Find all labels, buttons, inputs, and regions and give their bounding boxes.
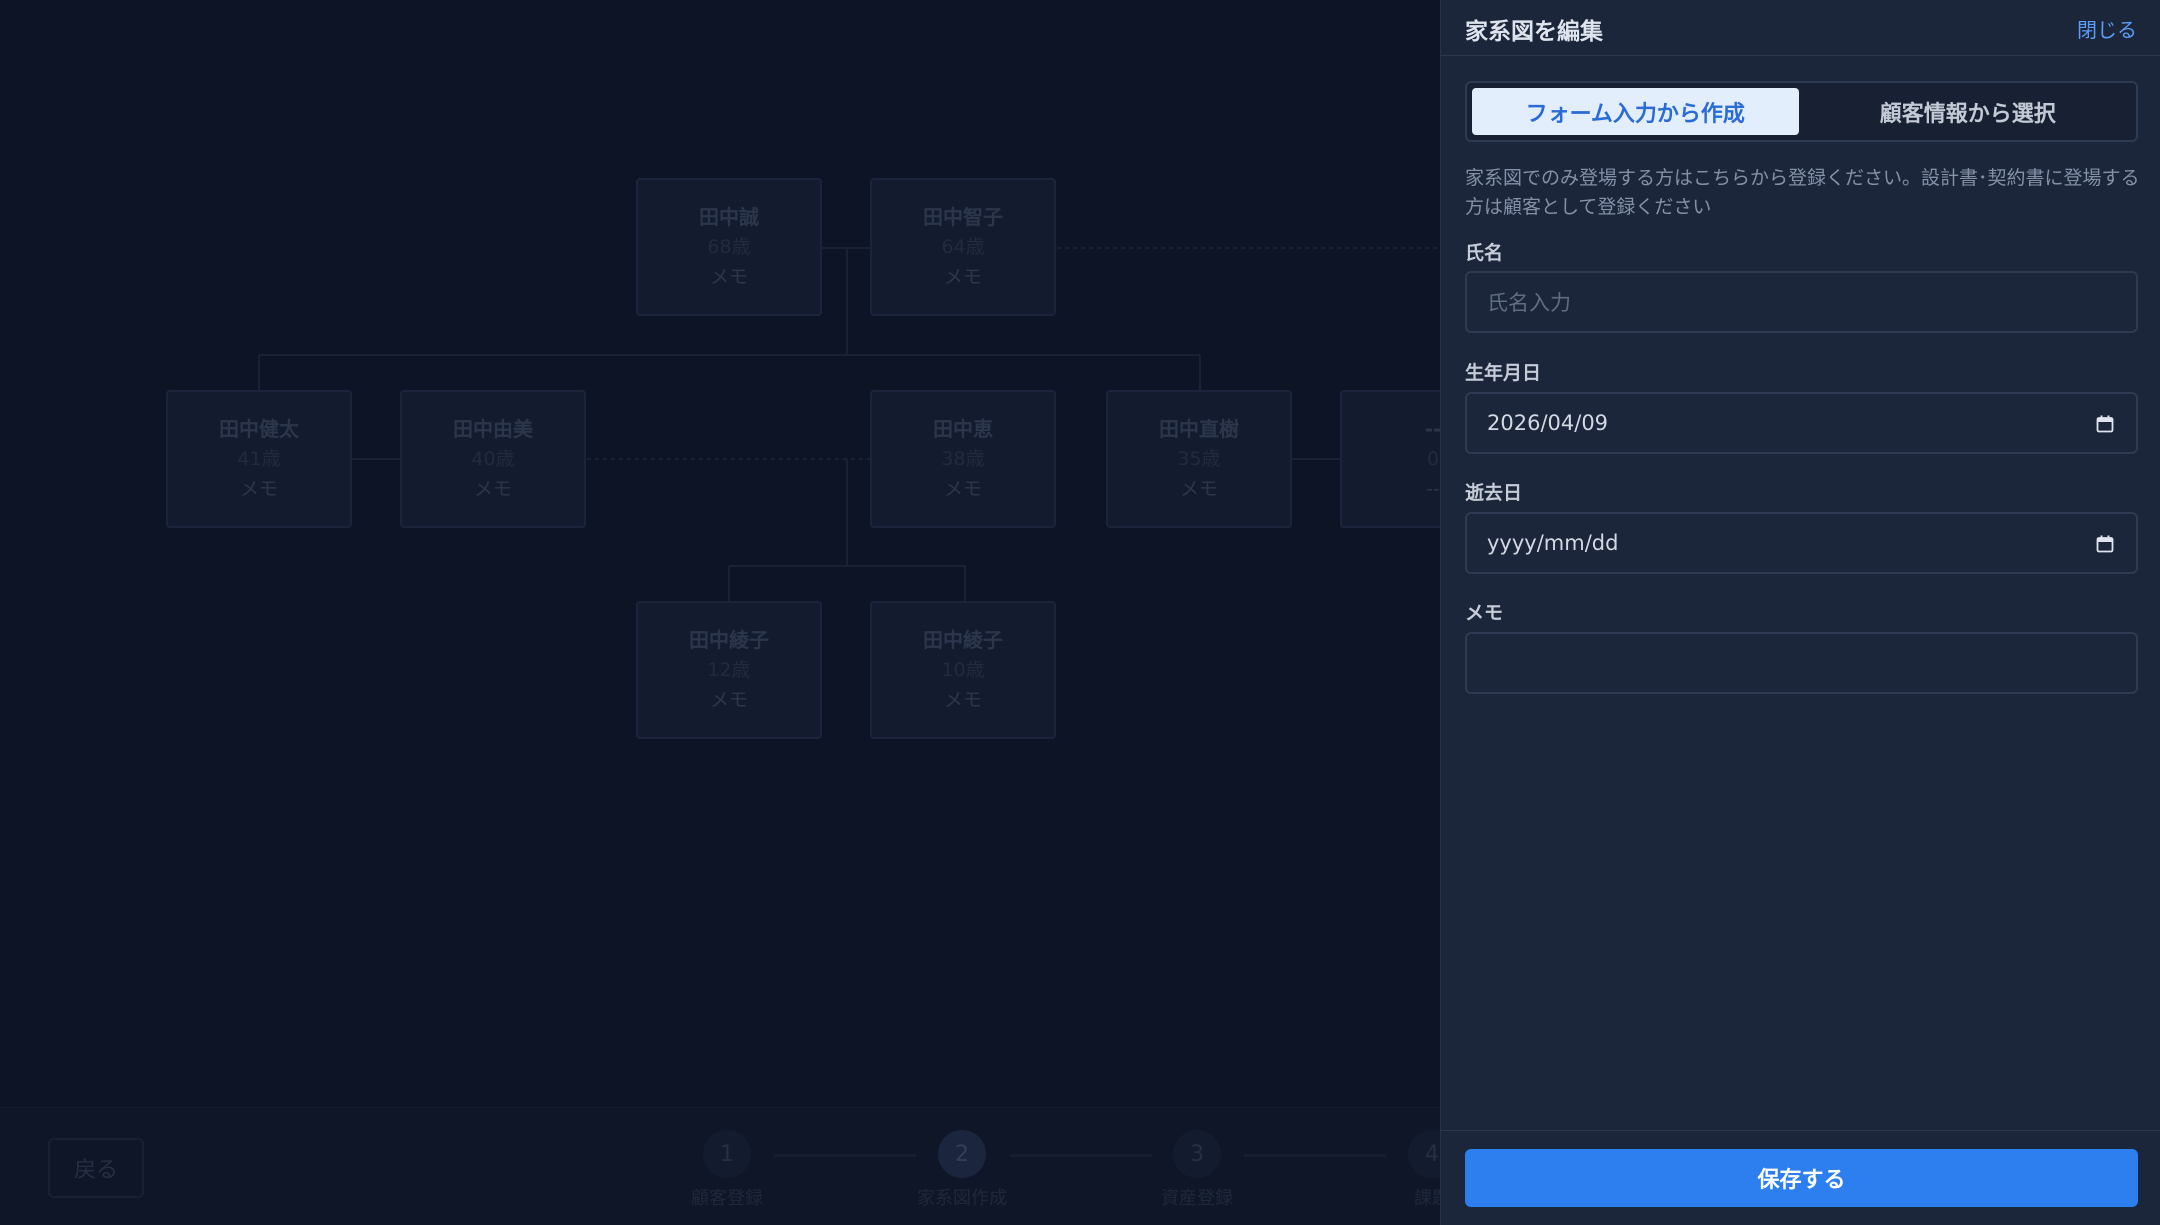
calendar-icon[interactable] — [2096, 415, 2114, 433]
edit-family-tree-panel: 家系図を編集 閉じる フォーム入力から作成 顧客情報から選択 家系図でのみ登場す… — [1440, 0, 2160, 1225]
death-date-placeholder: yyyy/mm/dd — [1487, 531, 1619, 555]
panel-footer: 保存する — [1441, 1130, 2160, 1225]
birth-date-input[interactable]: 2026/04/09 — [1465, 392, 2138, 454]
birth-date-value: 2026/04/09 — [1487, 411, 1609, 435]
tab-select-customer[interactable]: 顧客情報から選択 — [1805, 88, 2132, 135]
name-input-placeholder: 氏名入力 — [1487, 291, 1571, 315]
name-field-label: 氏名 — [1465, 242, 1504, 264]
memo-input[interactable] — [1465, 632, 2138, 694]
panel-description: 家系図でのみ登場する方はこちらから登録ください。設計書･契約書に登場する方は顧客… — [1465, 167, 2140, 218]
death-date-label: 逝去日 — [1465, 482, 1523, 504]
modal-backdrop[interactable] — [0, 0, 1440, 1225]
panel-title: 家系図を編集 — [1465, 19, 1603, 45]
calendar-icon[interactable] — [2096, 535, 2114, 553]
close-button[interactable]: 閉じる — [2077, 14, 2137, 43]
death-date-input[interactable]: yyyy/mm/dd — [1465, 512, 2138, 574]
panel-header: 家系図を編集 閉じる — [1441, 0, 2160, 56]
name-input[interactable]: 氏名入力 — [1465, 271, 2138, 333]
memo-label: メモ — [1465, 602, 1504, 624]
save-button[interactable]: 保存する — [1465, 1149, 2138, 1207]
source-tab-group: フォーム入力から作成 顧客情報から選択 — [1465, 81, 2138, 142]
tab-form-input[interactable]: フォーム入力から作成 — [1472, 88, 1799, 135]
birth-date-label: 生年月日 — [1465, 362, 1542, 384]
